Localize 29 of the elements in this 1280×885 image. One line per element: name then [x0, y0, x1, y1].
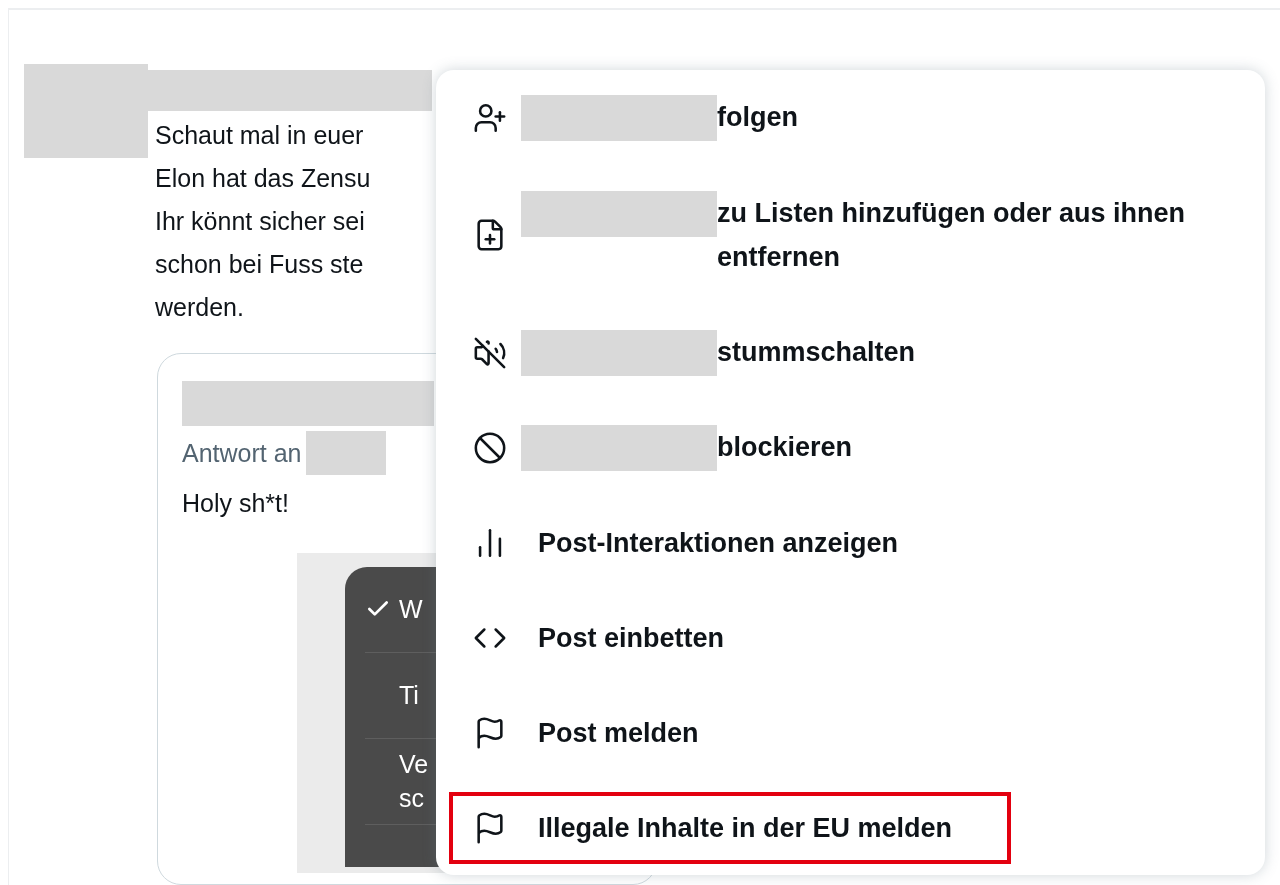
menu-option-text: sc	[399, 783, 425, 815]
menu-option-text: W	[399, 594, 423, 626]
menu-item-label: zu Listen hinzufügen oder aus ihnen entfernen	[717, 197, 1186, 274]
menu-option-text: Ti	[399, 680, 419, 712]
menu-item[interactable]: zu Listen hinzufügen oder aus ihnen entfernen	[449, 177, 1246, 293]
quoted-post-text: Holy sh*t!	[182, 488, 290, 520]
menu-item-label: folgen	[717, 100, 798, 134]
menu-item[interactable]: folgen	[449, 80, 857, 155]
menu-option-text: Ve	[399, 749, 429, 781]
post-text-line: werden.	[155, 292, 244, 324]
menu-item-label: Post melden	[538, 716, 699, 750]
menu-item-label: Post einbetten	[538, 621, 725, 655]
menu-item-label: Post-Interaktionen anzeigen	[538, 526, 899, 560]
menu-item[interactable]: Illegale Inhalte in der EU melden	[449, 791, 1012, 864]
menu-item-label: Illegale Inhalte in der EU melden	[538, 811, 953, 845]
menu-item-label: blockieren	[717, 430, 853, 464]
block-icon	[473, 430, 507, 465]
reply-label: Antwort an	[182, 437, 302, 469]
post-text-line: Elon hat das Zensu	[155, 163, 371, 195]
post-text-line: Ihr könnt sicher sei	[155, 206, 365, 238]
mute-icon	[473, 335, 507, 370]
menu-item[interactable]: Post einbetten	[449, 601, 784, 674]
menu-item[interactable]: Post melden	[449, 696, 758, 769]
menu-item[interactable]: blockieren	[449, 410, 912, 485]
menu-item[interactable]: Post-Interaktionen anzeigen	[449, 506, 958, 579]
menu-item[interactable]: stummschalten	[449, 315, 975, 390]
menu-item-label: stummschalten	[717, 335, 916, 369]
post-text-line: schon bei Fuss ste	[155, 249, 364, 281]
post-text-line: Schaut mal in euer	[155, 120, 364, 152]
